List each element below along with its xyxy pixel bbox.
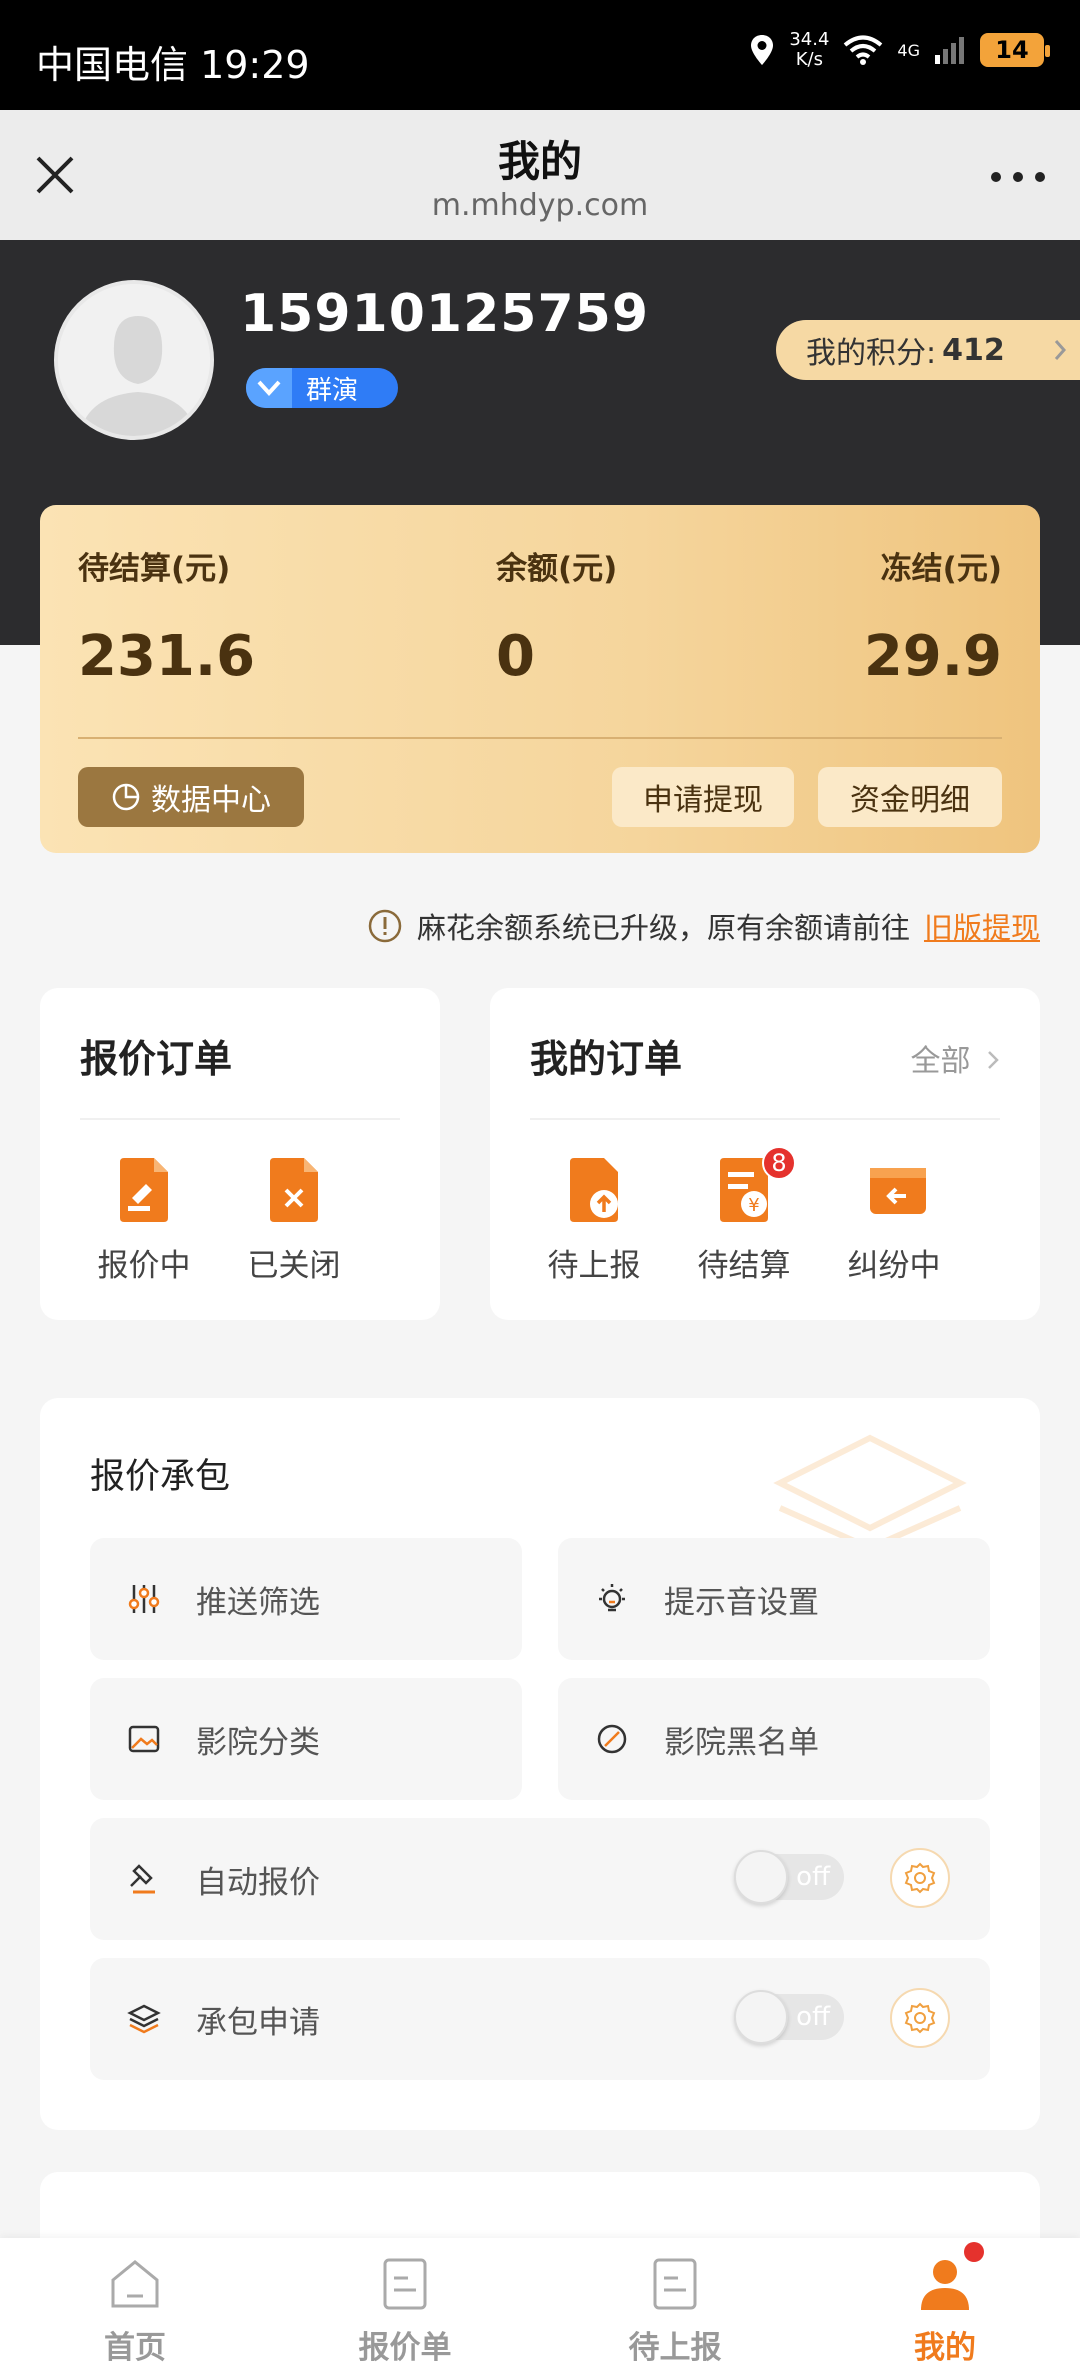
image-icon	[128, 1725, 160, 1753]
default-avatar-icon	[58, 284, 210, 436]
svg-text:¥: ¥	[748, 1195, 759, 1216]
clipboard-icon	[653, 2258, 697, 2310]
my-orders-card: 我的订单 全部 待上报 ¥ 8 待结算 纠纷中	[490, 988, 1040, 1320]
upgrade-notice: 麻花余额系统已升级，原有余额请前往 旧版提现	[367, 905, 1040, 947]
pending-settlement[interactable]: 待结算(元) 231.6	[78, 543, 255, 689]
divider	[80, 1118, 400, 1120]
user-phone: 15910125759	[240, 284, 649, 344]
data-center-button[interactable]: 数据中心	[78, 767, 304, 827]
carrier-time: 中国电信 19:29	[36, 43, 310, 87]
nav-pending[interactable]: 待上报	[600, 2256, 750, 2367]
chevron-badge-icon	[246, 368, 292, 408]
cinema-blacklist-option[interactable]: 影院黑名单	[558, 1678, 990, 1800]
order-pending-settlement[interactable]: ¥ 8 待结算	[684, 1146, 804, 1285]
auto-quote-settings-button[interactable]	[890, 1848, 950, 1908]
network-speed: 34.4 K/s	[789, 29, 830, 70]
closed-doc-icon	[270, 1158, 318, 1222]
contract-apply-toggle[interactable]: off	[734, 1990, 844, 2044]
pie-chart-icon	[112, 783, 140, 811]
points-value: 412	[942, 332, 1005, 368]
order-to-report[interactable]: 待上报	[534, 1158, 654, 1285]
quote-orders-title: 报价订单	[80, 1037, 233, 1081]
upload-doc-icon	[570, 1158, 618, 1222]
layers-watermark-icon	[773, 1434, 967, 1548]
network-type: 4G	[897, 40, 920, 60]
contract-apply-settings-button[interactable]	[890, 1988, 950, 2048]
gavel-icon	[130, 1864, 155, 1894]
old-withdraw-link[interactable]: 旧版提现	[924, 905, 1040, 947]
battery-icon: 14	[980, 33, 1050, 67]
web-title-bar: 我的 m.mhdyp.com	[0, 110, 1080, 240]
contract-card: 报价承包 推送筛选 提示音设置 影院分类 影院黑名单 自动报价 off 承包申请…	[40, 1398, 1040, 2130]
auto-quote-toggle[interactable]: off	[734, 1850, 844, 1904]
more-icon[interactable]	[988, 170, 1048, 184]
contract-title: 报价承包	[90, 1457, 231, 1497]
block-icon	[597, 1724, 627, 1754]
my-orders-title: 我的订单	[530, 1037, 683, 1081]
sound-settings-option[interactable]: 提示音设置	[558, 1538, 990, 1660]
nav-home[interactable]: 首页	[60, 2256, 210, 2367]
cinema-category-option[interactable]: 影院分类	[90, 1678, 522, 1800]
chevron-right-icon	[1054, 340, 1067, 360]
points-label: 我的积分:	[806, 336, 937, 371]
withdraw-button[interactable]: 申请提现	[612, 767, 794, 827]
member-badge: 群演	[246, 368, 398, 408]
avatar[interactable]	[54, 280, 214, 440]
gear-icon	[904, 1862, 936, 1894]
quoting-doc-icon	[120, 1158, 168, 1222]
all-orders-link[interactable]: 全部	[910, 1036, 1000, 1080]
balance-card: 待结算(元) 231.6 余额(元) 0 冻结(元) 29.9 数据中心 申请提…	[40, 505, 1040, 853]
page-title: 我的	[497, 137, 582, 186]
order-dispute[interactable]: 纠纷中	[834, 1158, 954, 1285]
notification-dot	[964, 2242, 984, 2262]
divider	[530, 1118, 1000, 1120]
frozen[interactable]: 冻结(元) 29.9	[864, 543, 1002, 689]
notice-text: 麻花余额系统已升级，原有余额请前往	[416, 911, 910, 945]
order-closed[interactable]: 已关闭	[234, 1158, 354, 1285]
quote-orders-card: 报价订单 报价中 已关闭	[40, 988, 440, 1320]
page-url: m.mhdyp.com	[431, 188, 649, 223]
wifi-icon	[844, 35, 883, 65]
location-icon	[751, 35, 774, 65]
toggle-knob	[734, 1990, 788, 2044]
auto-quote-option: 自动报价 off	[90, 1818, 990, 1940]
toggle-knob	[734, 1850, 788, 1904]
pending-count-badge: 8	[762, 1146, 796, 1180]
layers-icon	[127, 2004, 161, 2034]
return-box-icon	[870, 1168, 926, 1214]
order-quoting[interactable]: 报价中	[84, 1158, 204, 1285]
status-icons: 34.4 K/s 4G 14	[749, 29, 1050, 70]
member-badge-label: 群演	[306, 375, 359, 406]
status-bar: 中国电信 19:29 34.4 K/s 4G 14	[0, 0, 1080, 110]
fund-details-button[interactable]: 资金明细	[818, 767, 1002, 827]
balance[interactable]: 余额(元) 0	[496, 543, 617, 689]
push-filter-option[interactable]: 推送筛选	[90, 1538, 522, 1660]
divider	[78, 737, 1002, 739]
sliders-icon	[128, 1585, 160, 1613]
nav-mine[interactable]: 我的	[870, 2242, 1020, 2367]
gear-icon	[904, 2002, 936, 2034]
info-icon	[368, 909, 402, 943]
document-icon	[383, 2258, 427, 2310]
nav-quotes[interactable]: 报价单	[330, 2256, 480, 2367]
home-icon	[111, 2260, 159, 2308]
bottom-nav: 首页 报价单 待上报 我的	[0, 2238, 1080, 2376]
signal-icon	[935, 37, 964, 64]
lightbulb-icon	[599, 1584, 625, 1612]
contract-apply-option: 承包申请 off	[90, 1958, 990, 2080]
chevron-right-icon	[988, 1051, 999, 1069]
points-pill[interactable]: 我的积分: 412	[776, 320, 1080, 380]
user-icon	[921, 2260, 969, 2310]
